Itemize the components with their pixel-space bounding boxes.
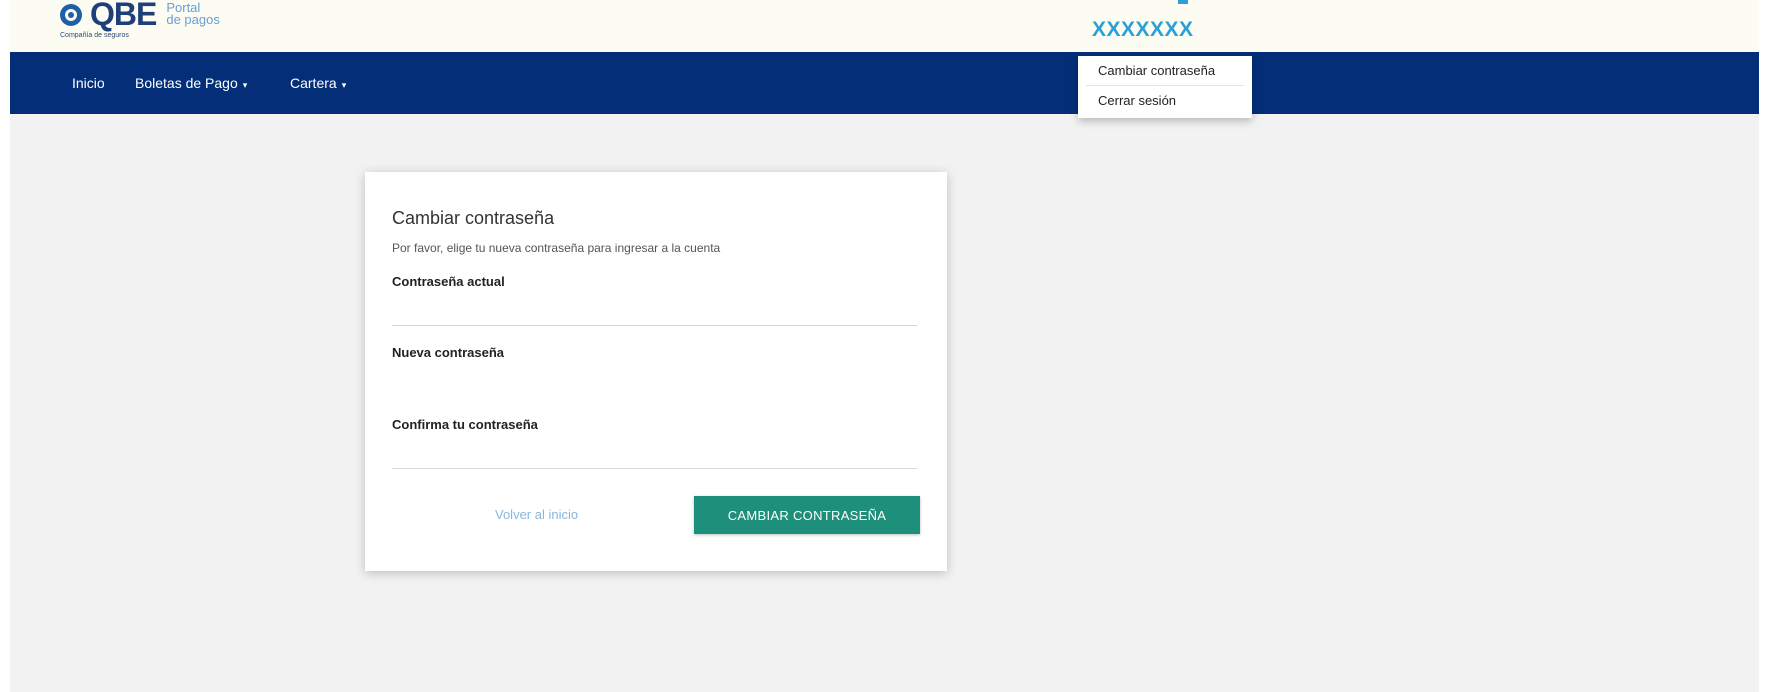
new-password-input[interactable] <box>392 364 917 394</box>
confirm-password-input[interactable] <box>392 435 917 465</box>
caret-down-icon: ▾ <box>242 80 248 90</box>
top-header: QBE Portal de pagos Compañía de seguros … <box>10 0 1759 58</box>
nav-item-cartera[interactable]: Cartera ▾ <box>290 52 346 114</box>
portal-line-2: de pagos <box>166 12 220 27</box>
page-background: QBE Portal de pagos Compañía de seguros … <box>10 0 1759 692</box>
menu-item-cambiar-contrasena[interactable]: Cambiar contraseña <box>1078 56 1252 85</box>
new-password-label: Nueva contraseña <box>392 345 504 360</box>
field-underline <box>392 325 917 326</box>
nav-item-label: Cartera <box>290 75 337 91</box>
menu-item-cerrar-sesion[interactable]: Cerrar sesión <box>1078 86 1252 115</box>
logo-text: QBE <box>90 0 157 32</box>
nav-item-label: Boletas de Pago <box>135 75 238 91</box>
main-navbar: Inicio Boletas de Pago ▾ Cartera ▾ <box>10 52 1759 114</box>
qbe-logo-icon <box>60 4 86 28</box>
user-greeting-fragment <box>1178 0 1188 4</box>
caret-down-icon: ▾ <box>341 80 347 90</box>
field-underline <box>392 468 917 469</box>
logo-tagline: Compañía de seguros <box>60 32 129 39</box>
user-dropdown-menu: Cambiar contraseña Cerrar sesión <box>1078 56 1252 118</box>
change-password-button[interactable]: CAMBIAR CONTRASEÑA <box>694 496 920 534</box>
current-password-label: Contraseña actual <box>392 274 505 289</box>
user-name[interactable]: XXXXXXX <box>1092 18 1194 42</box>
qbe-logo[interactable]: QBE Portal de pagos Compañía de seguros <box>60 0 220 46</box>
card-title: Cambiar contraseña <box>392 208 555 228</box>
nav-item-boletas-de-pago[interactable]: Boletas de Pago ▾ <box>135 52 247 114</box>
change-password-card: Cambiar contraseña Por favor, elige tu n… <box>365 172 947 571</box>
current-password-input[interactable] <box>392 292 917 322</box>
nav-item-label: Inicio <box>72 75 105 91</box>
card-description: Por favor, elige tu nueva contraseña par… <box>392 241 721 255</box>
nav-item-inicio[interactable]: Inicio <box>72 52 105 114</box>
portal-label: Portal de pagos <box>166 1 220 27</box>
confirm-password-label: Confirma tu contraseña <box>392 417 538 432</box>
back-to-home-link[interactable]: Volver al inicio <box>495 507 578 522</box>
